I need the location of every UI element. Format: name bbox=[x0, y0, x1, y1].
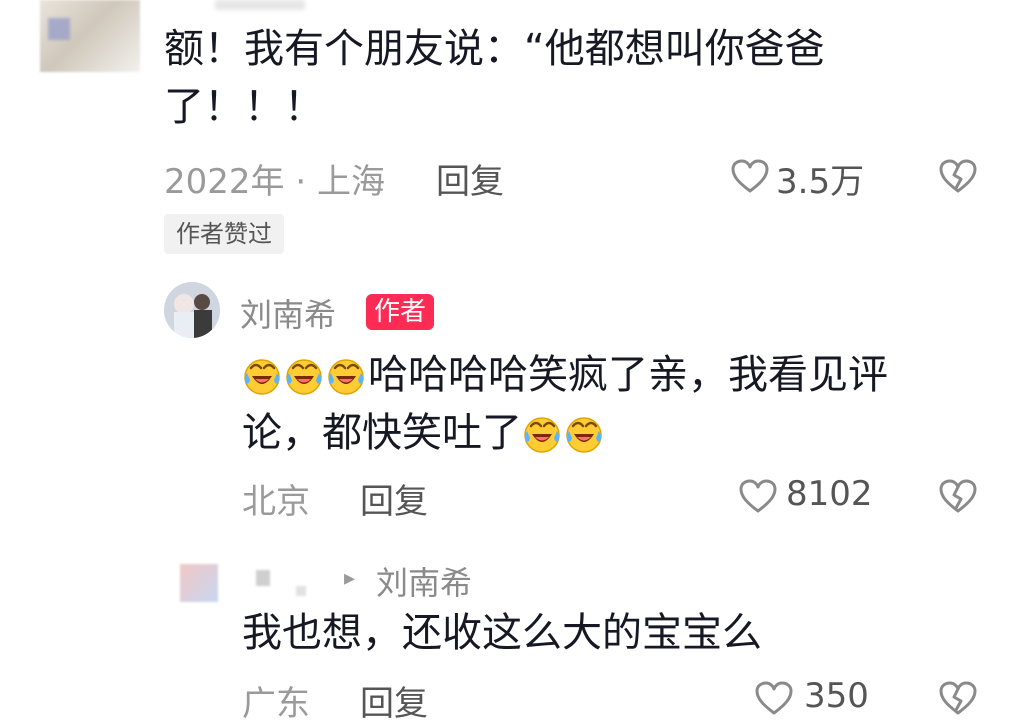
laughing-tears-emoji bbox=[242, 356, 282, 396]
comment-text-line2-text: 论，都快笑吐了 bbox=[242, 410, 522, 456]
username-blurred[interactable] bbox=[256, 570, 270, 586]
comment-text-line2: 了！！！ bbox=[164, 84, 324, 130]
laughing-tears-emoji bbox=[326, 356, 366, 396]
broken-heart-icon bbox=[938, 680, 978, 716]
avatar[interactable] bbox=[180, 564, 218, 602]
like-button[interactable] bbox=[754, 680, 794, 716]
comment-text-line2: 论，都快笑吐了 bbox=[242, 404, 888, 462]
like-count: 8102 bbox=[786, 474, 873, 514]
dislike-button[interactable] bbox=[938, 680, 978, 716]
broken-heart-icon bbox=[938, 478, 978, 514]
comment-text: 额！我有个朋友说：“他都想叫你爸爸 了！！！ bbox=[164, 20, 825, 136]
heart-outline-icon bbox=[738, 478, 778, 514]
author-badge: 作者 bbox=[366, 294, 435, 330]
comment-meta: 2022年 · 上海 bbox=[164, 162, 385, 202]
heart-outline-icon bbox=[730, 158, 770, 194]
reply-button[interactable]: 回复 bbox=[436, 154, 504, 203]
comment-location: 广东 bbox=[242, 684, 310, 724]
author-liked-badge: 作者赞过 bbox=[164, 214, 284, 254]
reply-arrow-icon: ▸ bbox=[344, 566, 356, 591]
dislike-button[interactable] bbox=[938, 478, 978, 514]
like-count: 350 bbox=[804, 676, 869, 716]
avatar[interactable] bbox=[40, 0, 140, 72]
comment-text: 我也想，还收这么大的宝宝么 bbox=[242, 610, 762, 656]
comment-text: 哈哈哈哈笑疯了亲，我看见评 论，都快笑吐了 bbox=[242, 346, 888, 462]
comment-location: 北京 bbox=[242, 482, 310, 522]
reply-button[interactable]: 回复 bbox=[360, 474, 428, 523]
heart-outline-icon bbox=[754, 680, 794, 716]
username-blurred[interactable] bbox=[215, 0, 305, 10]
comment-text-line1-text: 哈哈哈哈笑疯了亲，我看见评 bbox=[368, 352, 888, 398]
comment-username[interactable]: 刘南希 bbox=[240, 290, 336, 336]
comment-text-line1: 额！我有个朋友说：“他都想叫你爸爸 bbox=[164, 26, 825, 72]
like-button[interactable] bbox=[738, 478, 778, 514]
comment-text-line1: 哈哈哈哈笑疯了亲，我看见评 bbox=[242, 346, 888, 404]
reply-button[interactable]: 回复 bbox=[360, 676, 428, 725]
reply-to-username[interactable]: 刘南希 bbox=[376, 558, 472, 604]
author-avatar[interactable] bbox=[164, 282, 220, 338]
username-blurred-fragment bbox=[296, 586, 306, 596]
like-button[interactable] bbox=[730, 158, 770, 194]
broken-heart-icon bbox=[938, 158, 978, 194]
like-count: 3.5万 bbox=[776, 162, 865, 202]
avatar-photo bbox=[164, 282, 220, 338]
laughing-tears-emoji bbox=[522, 414, 562, 454]
laughing-tears-emoji bbox=[284, 356, 324, 396]
dislike-button[interactable] bbox=[938, 158, 978, 194]
laughing-tears-emoji bbox=[564, 414, 604, 454]
